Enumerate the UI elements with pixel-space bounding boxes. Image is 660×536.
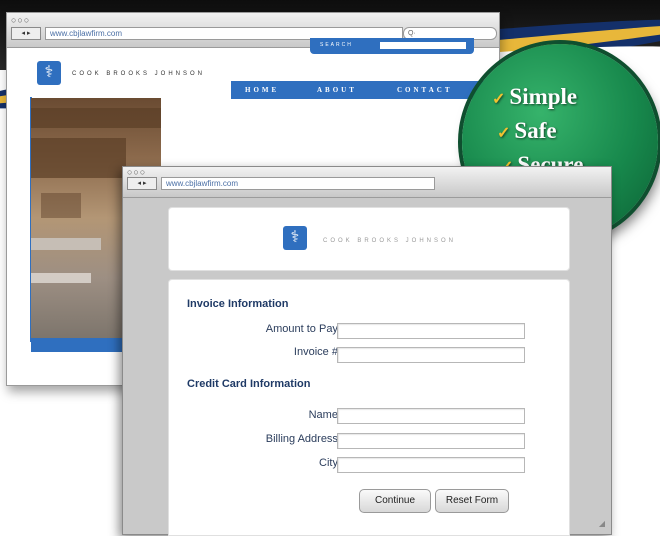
site-search-bar: SEARCH: [310, 38, 474, 54]
payment-form: Invoice Information Amount to Pay: Invoi…: [168, 279, 570, 536]
badge-line-simple: ✓ Simple: [492, 84, 578, 109]
firm-logo-icon[interactable]: ⚕: [283, 226, 307, 250]
badge-line-safe: ✓ Safe: [497, 118, 557, 143]
firm-name: COOK BROOKS JOHNSON: [72, 71, 206, 77]
resize-handle-icon[interactable]: ◢: [599, 519, 605, 528]
firm-name: COOK BROOKS JOHNSON: [323, 238, 457, 244]
card-section-title: Credit Card Information: [187, 378, 311, 390]
window-controls[interactable]: ○○○: [11, 15, 30, 25]
address-bar[interactable]: www.cbjlawfirm.com: [161, 177, 435, 190]
city-input[interactable]: [337, 457, 525, 473]
header-card: ⚕ COOK BROOKS JOHNSON: [168, 207, 570, 271]
name-label: Name:: [308, 409, 341, 421]
invoice-number-label: Invoice #:: [293, 346, 341, 358]
billing-address-label: Billing Address:: [265, 433, 341, 445]
check-icon: ✓: [492, 91, 506, 108]
invoice-number-input[interactable]: [337, 347, 525, 363]
front-browser-window: ○○○ ◂ ▸ www.cbjlawfirm.com ⚕ COOK BROOKS…: [122, 166, 612, 536]
back-forward-buttons[interactable]: ◂ ▸: [11, 27, 41, 40]
nav-contact[interactable]: CONTACT: [397, 86, 452, 94]
nav-home[interactable]: HOME: [245, 86, 279, 94]
site-search-input[interactable]: [380, 42, 466, 49]
window-controls[interactable]: ○○○: [127, 167, 146, 177]
reset-form-button[interactable]: Reset Form: [435, 489, 509, 513]
continue-button[interactable]: Continue: [359, 489, 431, 513]
site-search-label: SEARCH: [320, 42, 353, 48]
billing-address-input[interactable]: [337, 433, 525, 449]
amount-label: Amount to Pay:: [265, 323, 341, 335]
name-input[interactable]: [337, 408, 525, 424]
firm-logo-icon[interactable]: ⚕: [37, 61, 61, 85]
back-forward-buttons[interactable]: ◂ ▸: [127, 177, 157, 190]
amount-input[interactable]: [337, 323, 525, 339]
city-label: City:: [319, 457, 341, 469]
site-nav-bar: HOME ABOUT CONTACT: [231, 81, 495, 99]
front-browser-toolbar: ○○○ ◂ ▸ www.cbjlawfirm.com: [123, 167, 611, 198]
nav-about[interactable]: ABOUT: [317, 86, 357, 94]
invoice-section-title: Invoice Information: [187, 298, 289, 310]
check-icon: ✓: [497, 125, 511, 142]
